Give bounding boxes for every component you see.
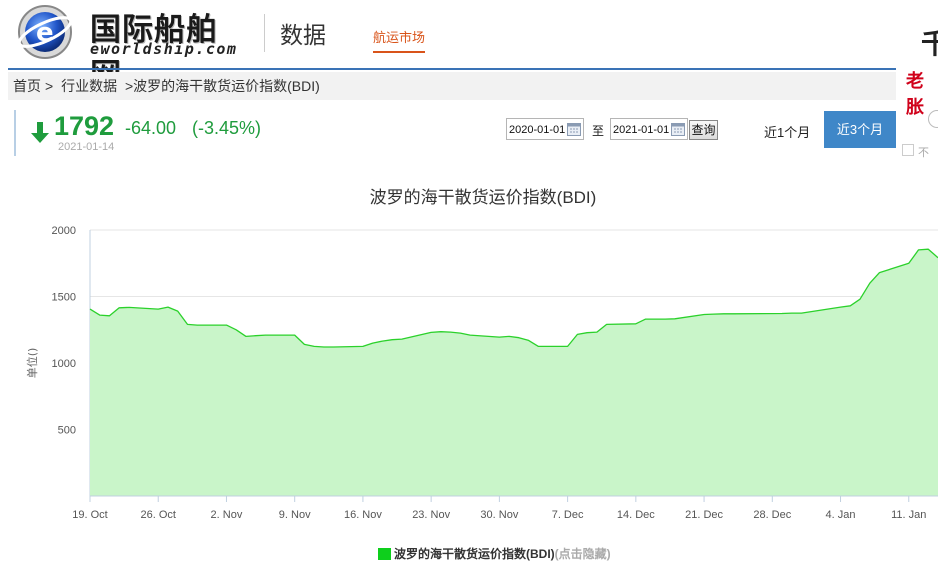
svg-text:e: e [36,18,54,48]
start-date-input[interactable]: 2020-01-01 [506,118,584,140]
legend-item[interactable]: 波罗的海干散货运价指数(BDI)(点击隐藏) [378,546,611,562]
x-tick-label: 23. Nov [412,509,450,521]
arrow-down-icon [31,122,49,143]
quote-change: -64.00 [125,118,177,138]
end-date-input[interactable]: 2021-01-01 [610,118,688,140]
x-tick-label: 26. Oct [140,509,175,521]
series-line [89,248,938,348]
breadcrumb-separator: > [45,78,54,94]
globe-logo-icon: e [17,5,73,59]
range-1-month-button[interactable]: 近1个月 [764,122,810,141]
legend-hide-hint: (点击隐藏) [554,547,611,561]
y-tick-label: 1500 [52,292,76,304]
x-tick-label: 19. Oct [72,509,107,521]
x-tick-label: 4. Jan [826,509,856,521]
legend-series-name: 波罗的海干散货运价指数(BDI) [394,547,555,561]
x-tick-label: 2. Nov [211,509,243,521]
x-tick-label: 14. Dec [617,509,655,521]
quote-accent-bar [14,110,16,156]
edge-checkbox-label: 不 [918,147,929,159]
breadcrumb-home[interactable]: 首页 [13,78,41,94]
series-area [90,249,938,496]
x-tick-label: 9. Nov [279,509,311,521]
nav-link-shipping-market[interactable]: 航运市场 [373,27,426,53]
legend-swatch [378,548,391,560]
y-tick-label: 2000 [52,225,76,237]
x-tick-label: 30. Nov [480,509,518,521]
edge-checkbox[interactable] [902,144,914,156]
x-tick-label: 7. Dec [552,509,584,521]
edge-banner-glyph: 千 [921,28,938,59]
x-tick-label: 28. Dec [753,509,791,521]
logo-text-en: eworldship.com [90,40,238,58]
quote-value: 1792 [54,111,115,141]
query-button[interactable]: 查询 [689,120,718,140]
breadcrumb: 首页 > 行业数据 >波罗的海干散货运价指数(BDI) [8,72,896,100]
breadcrumb-industry-data[interactable]: 行业数据 [61,78,117,94]
section-title: 数据 [280,23,326,49]
breadcrumb-current: >波罗的海干散货运价指数(BDI) [124,78,320,94]
index-quote: 1792 -64.00 (-3.45%) 2021-01-14 [14,110,534,156]
date-range-to-label: 至 [592,124,605,138]
site-header: e 国际船舶网 eworldship.com 数据 航运市场 千 老胀 [0,0,938,117]
site-logo[interactable]: e 国际船舶网 eworldship.com [12,2,248,93]
header-divider [264,14,265,52]
calendar-icon[interactable] [567,123,581,136]
quote-change-percent: (-3.45%) [192,118,262,138]
x-tick-label: 11. Jan [891,509,926,521]
y-tick-label: 500 [58,425,76,437]
chart-title: 波罗的海干散货运价指数(BDI) [369,188,597,207]
x-tick-label: 21. Dec [685,509,723,521]
edge-circle-icon [928,110,938,128]
start-date-value: 2020-01-01 [509,124,566,136]
calendar-icon[interactable] [671,123,685,136]
quote-date: 2021-01-14 [58,141,115,153]
end-date-value: 2021-01-01 [613,124,670,136]
y-tick-label: 1000 [52,358,76,370]
header-underline [8,68,896,70]
y-axis-label: 单位() [25,348,39,379]
range-3-months-button[interactable]: 近3个月 [824,111,896,148]
x-tick-label: 16. Nov [344,509,382,521]
